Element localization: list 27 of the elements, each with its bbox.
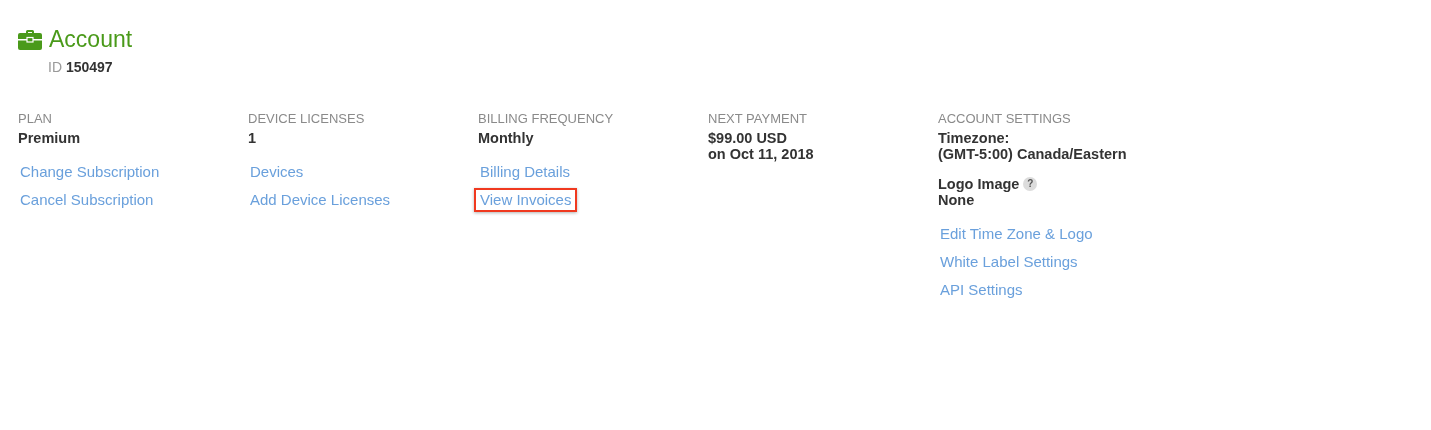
field-value: Premium [18,130,82,146]
section-heading: NEXT PAYMENT [708,111,808,126]
account-id: ID 150497 [48,59,114,75]
link[interactable]: View Invoices [474,188,578,212]
field-value: $99.00 USD [708,130,788,146]
field-value: Monthly [478,130,535,146]
link[interactable]: Change Subscription [14,157,166,187]
section-heading: PLAN [18,111,53,126]
field-value: on Oct 11, 2018 [708,146,815,162]
link[interactable]: API Settings [934,275,1029,305]
link[interactable]: Edit Time Zone & Logo [934,219,1099,249]
link[interactable]: Devices [244,157,310,187]
section-heading: DEVICE LICENSES [248,111,366,126]
link[interactable]: White Label Settings [934,247,1084,277]
briefcase-icon [18,29,42,50]
link[interactable]: Add Device Licenses [244,185,397,215]
field-value: None [938,192,976,208]
section-heading: BILLING FREQUENCY [478,111,615,126]
field-label: Logo Image [938,176,1020,192]
link[interactable]: Billing Details [474,157,577,187]
field-value: Timezone: [938,130,1011,146]
page-title: Account [49,26,133,53]
help-icon[interactable]: ? [1023,177,1038,191]
section-heading: ACCOUNT SETTINGS [938,111,1072,126]
field-value: (GMT-5:00) Canada/Eastern [938,146,1128,162]
link[interactable]: Cancel Subscription [14,185,160,215]
field-value: 1 [248,130,258,146]
